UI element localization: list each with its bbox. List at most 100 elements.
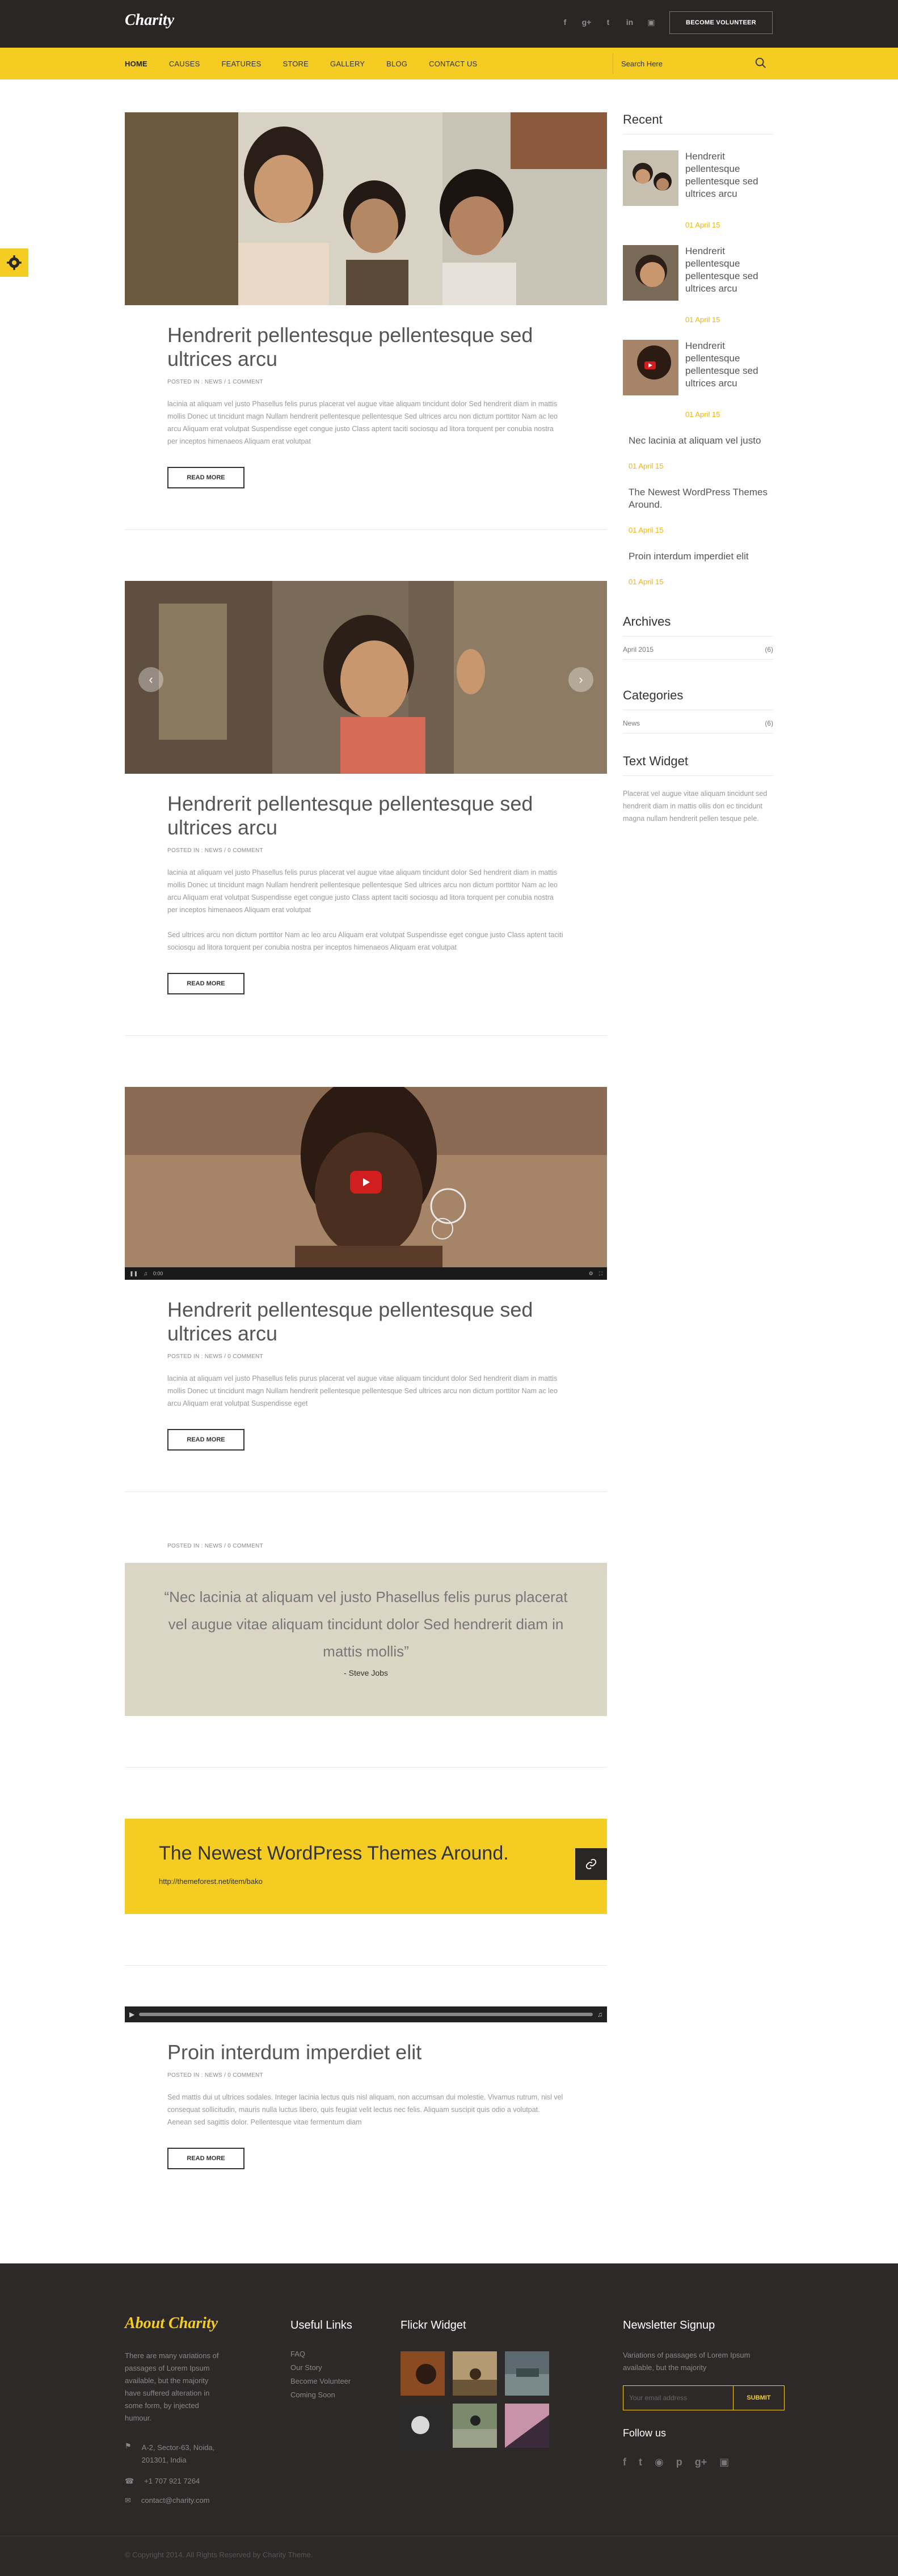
play-icon[interactable]: ▶ [129,2010,134,2018]
divider [125,529,607,530]
nav-contact-us[interactable]: CONTACT US [429,60,477,68]
recent-post-title[interactable]: The Newest WordPress Themes Around. [623,486,773,511]
post-video[interactable]: ❚❚ ♫ 0:00 ⚙ ⛶ [125,1087,607,1280]
flickr-photo[interactable] [505,2351,549,2396]
category-item[interactable]: News (6) [623,710,773,733]
footer-link[interactable]: FAQ [290,2349,352,2359]
chevron-left-icon: ‹ [149,672,153,686]
audio-track[interactable] [139,2013,593,2016]
twitter-icon[interactable]: t [602,16,614,28]
mail-icon: ✉ [125,2496,131,2505]
recent-post-date: 01 April 15 [629,526,664,534]
search-icon[interactable] [754,57,767,69]
recent-post-thumb[interactable] [623,340,678,395]
post-image[interactable] [125,112,607,305]
nav-gallery[interactable]: GALLERY [330,60,365,68]
recent-post[interactable]: Hendrerit pellentesque pellentesque sed … [623,245,773,301]
link-post-url[interactable]: http://themeforest.net/item/bako [159,1877,607,1886]
post-title[interactable]: Hendrerit pellentesque pellentesque sed … [167,323,564,371]
fullscreen-icon[interactable]: ⛶ [599,1271,602,1277]
recent-post-thumb[interactable] [623,150,678,206]
nav-store[interactable]: STORE [283,60,309,68]
search-input[interactable] [621,59,735,68]
video-controls: ❚❚ ♫ 0:00 ⚙ ⛶ [125,1267,607,1280]
footer-link[interactable]: Become Volunteer [290,2376,352,2387]
header-socials: f g+ t in ▣ [559,16,657,28]
recent-post-title[interactable]: Hendrerit pellentesque pellentesque sed … [685,340,773,395]
pause-icon[interactable]: ❚❚ [129,1271,138,1277]
gear-icon [7,255,22,270]
footer-link[interactable]: Coming Soon [290,2390,352,2400]
flickr-photo[interactable] [453,2404,497,2448]
google-plus-icon[interactable]: g+ [580,16,593,28]
linkedin-icon[interactable]: in [623,16,636,28]
recent-post-thumb[interactable] [623,245,678,301]
recent-post[interactable]: Hendrerit pellentesque pellentesque sed … [623,340,773,395]
gallery-prev-button[interactable]: ‹ [138,667,163,692]
volume-icon[interactable]: ♫ [144,1271,147,1276]
categories-widget-title: Categories [623,688,773,710]
post-meta: POSTED IN : NEWS / 0 COMMENT [167,1354,263,1360]
link-post-title[interactable]: The Newest WordPress Themes Around. [159,1843,607,1865]
settings-icon[interactable]: ⚙ [589,1271,593,1277]
recent-post-title[interactable]: Proin interdum imperdiet elit [623,550,773,563]
recent-post-title[interactable]: Hendrerit pellentesque pellentesque sed … [685,245,773,301]
archive-item[interactable]: April 2015 (6) [623,636,773,660]
blog-post: ❚❚ ♫ 0:00 ⚙ ⛶ Hendrerit pellentesque pel… [125,1087,607,1451]
recent-post-date: 01 April 15 [685,221,720,229]
copyright: © Copyright 2014. All Rights Reserved by… [125,2550,313,2559]
instagram-icon[interactable]: ▣ [719,2456,729,2468]
play-button[interactable] [350,1171,382,1194]
read-more-button[interactable]: READ MORE [167,973,244,994]
archive-label[interactable]: April 2015 [623,646,654,654]
flickr-photo[interactable] [400,2351,445,2396]
recent-widget-title: Recent [623,112,773,134]
flickr-photo[interactable] [453,2351,497,2396]
quote-author: - Steve Jobs [344,1668,388,1677]
recent-post-title[interactable]: Nec lacinia at aliquam vel justo [623,435,773,447]
link-button[interactable] [575,1848,607,1880]
dribbble-icon[interactable]: ◉ [655,2456,664,2468]
flickr-title: Flickr Widget [400,2319,466,2332]
volume-icon[interactable]: ♫ [597,2010,602,2018]
read-more-button[interactable]: READ MORE [167,467,244,488]
gallery-next-button[interactable]: › [568,667,593,692]
nav-blog[interactable]: BLOG [386,60,407,68]
audio-post: ▶ ♫ Proin interdum imperdiet elit POSTED… [125,2006,607,2169]
read-more-button[interactable]: READ MORE [167,2148,244,2169]
become-volunteer-button[interactable]: BECOME VOLUNTEER [669,11,773,34]
recent-post-date: 01 April 15 [629,462,664,470]
post-excerpt: lacinia at aliquam vel justo Phasellus f… [167,400,558,445]
recent-post[interactable]: Hendrerit pellentesque pellentesque sed … [623,150,773,206]
newsletter-form: SUBMIT [623,2385,785,2410]
search-box [613,53,773,74]
category-label[interactable]: News [623,719,640,727]
post-title[interactable]: Proin interdum imperdiet elit [167,2040,564,2064]
nav-causes[interactable]: CAUSES [169,60,200,68]
footer-link[interactable]: Our Story [290,2363,352,2373]
newsletter-title: Newsletter Signup [623,2319,715,2332]
post-title[interactable]: Hendrerit pellentesque pellentesque sed … [167,792,564,840]
instagram-icon[interactable]: ▣ [645,16,657,28]
footer-newsletter: Newsletter Signup Variations of passages… [623,2319,785,2468]
post-title[interactable]: Hendrerit pellentesque pellentesque sed … [167,1298,564,1346]
read-more-button[interactable]: READ MORE [167,1429,244,1451]
video-time: 0:00 [153,1271,163,1276]
newsletter-submit-button[interactable]: SUBMIT [733,2385,785,2410]
logo[interactable]: Charity [125,11,174,29]
google-plus-icon[interactable]: g+ [695,2456,707,2468]
audio-player[interactable]: ▶ ♫ [125,2006,607,2022]
facebook-icon[interactable]: f [623,2456,626,2468]
flickr-photo[interactable] [400,2404,445,2448]
facebook-icon[interactable]: f [559,16,571,28]
newsletter-email-input[interactable] [623,2385,733,2410]
nav-features[interactable]: FEATURES [221,60,261,68]
recent-post-title[interactable]: Hendrerit pellentesque pellentesque sed … [685,150,773,206]
archive-count: (6) [765,646,773,654]
nav-home[interactable]: HOME [125,60,147,68]
settings-gear-button[interactable] [0,248,28,277]
twitter-icon[interactable]: t [639,2456,642,2468]
pinterest-icon[interactable]: p [676,2456,682,2468]
top-bar: Charity f g+ t in ▣ BECOME VOLUNTEER [0,0,898,48]
flickr-photo[interactable] [505,2404,549,2448]
